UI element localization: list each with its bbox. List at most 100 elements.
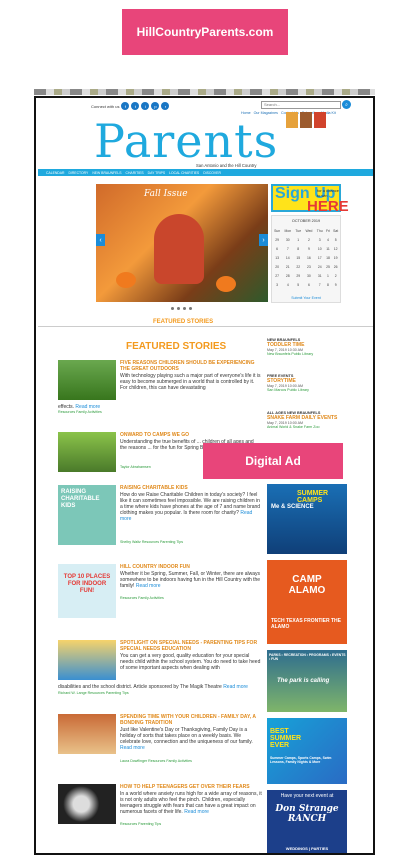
calendar-day[interactable]: 18	[325, 253, 332, 262]
story-image[interactable]	[58, 784, 116, 824]
nav-directory[interactable]: DIRECTORY	[68, 171, 88, 175]
nav-new-braunfels[interactable]: NEW BRAUNFELS	[92, 171, 121, 175]
calendar-day[interactable]: 14	[282, 253, 293, 262]
calendar-day[interactable]: 11	[325, 244, 332, 253]
read-more-link[interactable]: Read more	[223, 684, 248, 690]
calendar-day[interactable]: 3	[272, 280, 282, 289]
calendar-day[interactable]: 28	[282, 271, 293, 280]
story-tags[interactable]: Shelby Waltz Resources Parenting Tips	[120, 540, 183, 544]
pinterest-icon[interactable]: p	[151, 102, 160, 110]
story-tags[interactable]: Resources Family Activities	[58, 410, 102, 414]
event-item[interactable]: NEW BRAUNFELS TODDLER TIME May 7, 2019 1…	[267, 338, 347, 356]
ymca-ad[interactable]: BEST SUMMER EVER Summer Camps, Sports Ca…	[267, 718, 347, 784]
story-tags[interactable]: Resources Family Activities	[120, 596, 164, 600]
story-author[interactable]: Taylor Abrahamsen	[120, 465, 151, 469]
story-image[interactable]	[58, 714, 116, 754]
calendar-day[interactable]: 10	[315, 244, 325, 253]
instagram-icon[interactable]: i	[141, 102, 150, 110]
calendar-day[interactable]: 5	[331, 235, 340, 244]
calendar-day[interactable]: 31	[315, 271, 325, 280]
nav-charities[interactable]: CHARITIES	[126, 171, 144, 175]
story-image[interactable]	[58, 640, 116, 680]
read-more-link[interactable]: Read more	[136, 583, 161, 589]
calendar-day[interactable]: 7	[282, 244, 293, 253]
calendar-day[interactable]: 5	[293, 280, 303, 289]
story-title[interactable]: SPENDING TIME WITH YOUR CHILDREN - FAMIL…	[120, 714, 262, 726]
calendar-day[interactable]: 27	[272, 271, 282, 280]
read-more-link[interactable]: Read more	[120, 745, 145, 751]
nav-discover[interactable]: DISCOVER	[203, 171, 221, 175]
parks-recreation-ad[interactable]: PARKS • RECREATION • PROGRAMS • EVENTS •…	[267, 650, 347, 712]
calendar-day[interactable]: 25	[325, 262, 332, 271]
calendar-day[interactable]: 13	[272, 253, 282, 262]
search-input[interactable]: Search...	[261, 101, 341, 109]
calendar-day[interactable]: 8	[293, 244, 303, 253]
search-icon[interactable]: ⌕	[342, 100, 351, 109]
story-title[interactable]: RAISING CHARITABLE KIDS	[120, 485, 262, 491]
event-item[interactable]: ALL AGES NEW BRAUNFELS SNAKE FARM DAILY …	[267, 411, 347, 429]
magazine-cover-image[interactable]	[286, 112, 298, 128]
story-tags[interactable]: Laura Dowflinger Resources Family Activi…	[120, 759, 192, 763]
calendar-day[interactable]: 9	[331, 280, 340, 289]
calendar-day[interactable]: 4	[282, 280, 293, 289]
twitter-icon[interactable]: t	[131, 102, 140, 110]
event-location[interactable]: Animal World & Snake Farm Zoo	[267, 425, 347, 429]
event-location[interactable]: New Braunfels Public Library	[267, 352, 347, 356]
magazine-cover-image[interactable]	[300, 112, 312, 128]
calendar-day[interactable]: 24	[315, 262, 325, 271]
story-image[interactable]	[58, 432, 116, 472]
calendar-day[interactable]: 19	[331, 253, 340, 262]
parents-logo[interactable]: Parents	[94, 114, 278, 168]
slider-next-icon[interactable]: ›	[259, 234, 268, 246]
story-title[interactable]: ONWARD TO CAMPS WE GO	[120, 432, 262, 438]
digital-ad-label[interactable]: Digital Ad	[203, 443, 343, 479]
calendar-day[interactable]: 20	[272, 262, 282, 271]
calendar-day[interactable]: 29	[293, 271, 303, 280]
calendar-day[interactable]: 30	[303, 271, 315, 280]
nav-day-trips[interactable]: DAY TRIPS	[148, 171, 166, 175]
calendar-day[interactable]: 6	[303, 280, 315, 289]
story-tags[interactable]: Resources Parenting Tips	[120, 822, 161, 826]
nav-calendar[interactable]: CALENDAR	[46, 171, 64, 175]
hillcountryparents-button[interactable]: HillCountryParents.com	[122, 9, 288, 55]
don-strange-ad[interactable]: Have your next event at Don Strange RANC…	[267, 790, 347, 853]
camp-alamo-ad[interactable]: CAMP ALAMO TECH TEXAS FRONTIER THE ALAMO	[267, 560, 347, 644]
calendar-day[interactable]: 30	[282, 235, 293, 244]
facebook-icon[interactable]: f	[121, 102, 130, 110]
story-title[interactable]: SPOTLIGHT ON SPECIAL NEEDS - PARENTING T…	[120, 640, 262, 652]
calendar-day[interactable]: 17	[315, 253, 325, 262]
story-tags[interactable]: Richard W. Lange Resources Parenting Tip…	[58, 691, 129, 695]
story-image[interactable]: TOP 10 PLACES FOR INDOOR FUN!	[58, 564, 116, 618]
summer-camps-ad[interactable]: SUMMER CAMPS Me & SCIENCE	[267, 484, 347, 554]
story-title[interactable]: HOW TO HELP TEENAGERS GET OVER THEIR FEA…	[120, 784, 262, 790]
calendar-day[interactable]: 29	[272, 235, 282, 244]
slider-dots[interactable]	[171, 307, 192, 310]
calendar-day[interactable]: 6	[272, 244, 282, 253]
event-location[interactable]: San Marcos Public Library	[267, 388, 347, 392]
hero-slider[interactable]: Fall Issue ‹ ›	[96, 184, 268, 302]
nav-local-charities[interactable]: LOCAL CHARITIES	[169, 171, 199, 175]
calendar-day[interactable]: 12	[331, 244, 340, 253]
rss-icon[interactable]: r	[161, 102, 170, 110]
story-image[interactable]	[58, 360, 116, 400]
calendar-day[interactable]: 8	[325, 280, 332, 289]
calendar-day[interactable]: 16	[303, 253, 315, 262]
calendar-day[interactable]: 15	[293, 253, 303, 262]
magazine-cover-image[interactable]	[314, 112, 326, 128]
calendar-day[interactable]: 1	[325, 271, 332, 280]
calendar-day[interactable]: 26	[331, 262, 340, 271]
submit-event-link[interactable]: Submit Your Event	[272, 296, 340, 300]
calendar-day[interactable]: 2	[331, 271, 340, 280]
story-title[interactable]: HILL COUNTRY INDOOR FUN	[120, 564, 262, 570]
event-item[interactable]: FREE EVENTS STORYTIME May 7, 2019 10:00 …	[267, 374, 347, 392]
slider-prev-icon[interactable]: ‹	[96, 234, 105, 246]
calendar-day[interactable]: 22	[293, 262, 303, 271]
read-more-link[interactable]: Read more	[184, 809, 209, 815]
calendar-day[interactable]: 21	[282, 262, 293, 271]
calendar-day[interactable]: 3	[315, 235, 325, 244]
calendar-day[interactable]: 1	[293, 235, 303, 244]
story-title[interactable]: FIVE REASONS CHILDREN SHOULD BE EXPERIEN…	[120, 360, 262, 372]
calendar-day[interactable]: 4	[325, 235, 332, 244]
story-image[interactable]: RAISING CHARITABLE KIDS	[58, 485, 116, 545]
calendar-day[interactable]: 9	[303, 244, 315, 253]
